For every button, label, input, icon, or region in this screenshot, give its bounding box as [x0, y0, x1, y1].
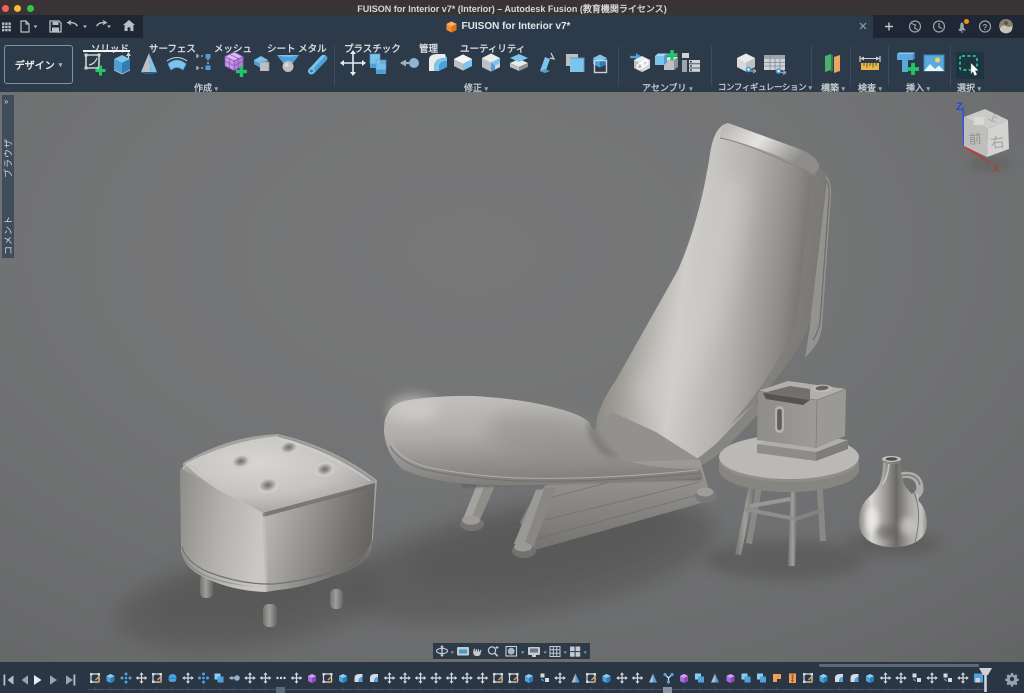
svg-text:右: 右: [990, 134, 1006, 151]
svg-text:?: ?: [983, 23, 988, 32]
svg-text:前: 前: [968, 131, 982, 147]
svg-text:Z: Z: [956, 101, 963, 113]
